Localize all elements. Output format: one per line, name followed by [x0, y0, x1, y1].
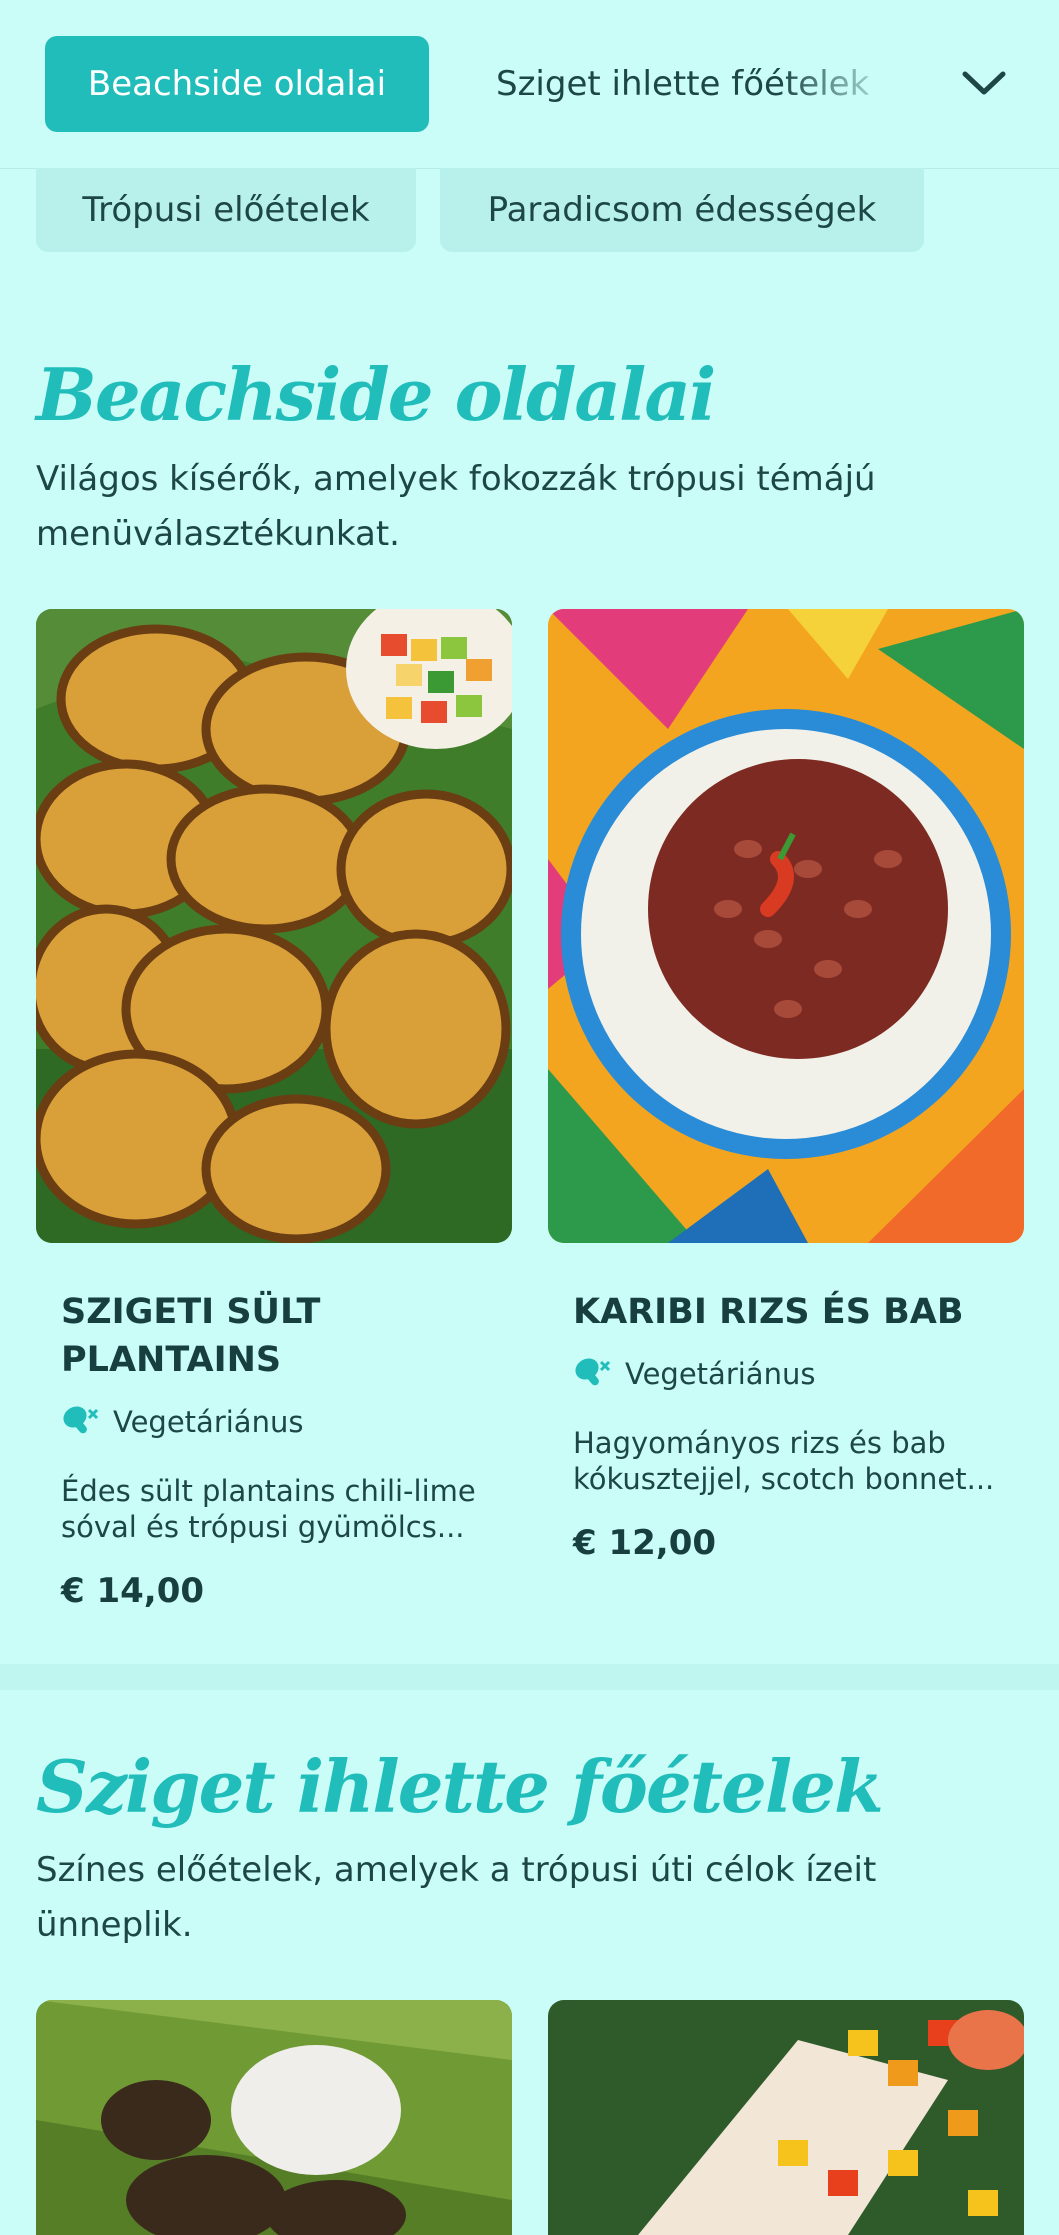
- menu-item-name: SZIGETI SÜLT PLANTAINS: [61, 1292, 321, 1380]
- dish-photo-plantains: [36, 609, 512, 1243]
- category-nav: Beachside oldalai Sziget ihlette főétele…: [0, 0, 1059, 169]
- section-description-sziget: Színes előételek, amelyek a trópusi úti …: [36, 1850, 877, 1945]
- menu-item-description: Édes sült plantains chili-lime sóval és …: [61, 1474, 476, 1544]
- dish-photo-rice-beans: [548, 609, 1024, 1243]
- section-description-beachside: Világos kísérők, amelyek fokozzák trópus…: [36, 459, 876, 554]
- menu-item-price: € 12,00: [573, 1523, 717, 1563]
- tab-tropusi-eloetelek[interactable]: Trópusi előételek: [36, 168, 416, 252]
- drumstick-no-meat-icon: [575, 1358, 611, 1386]
- menu-item-card[interactable]: KARIBI RIZS ÉS BAB Vegetáriánus Hagyomán…: [548, 609, 1024, 1629]
- tab-paradicsom-edessegek[interactable]: Paradicsom édességek: [440, 168, 924, 252]
- menu-item-card[interactable]: [36, 2000, 512, 2235]
- section-divider: [0, 1664, 1059, 1690]
- menu-item-description: Hagyományos rizs és bab kókusztejjel, sc…: [573, 1426, 995, 1496]
- menu-item-card[interactable]: [548, 2000, 1024, 2235]
- dietary-tag-label: Vegetáriánus: [113, 1405, 304, 1439]
- dish-photo-fish-mango-salsa: [548, 2000, 1024, 2235]
- dish-photo-grilled-chicken: [36, 2000, 512, 2235]
- menu-item-card[interactable]: SZIGETI SÜLT PLANTAINS Vegetáriánus Édes…: [36, 609, 512, 1629]
- section-title-sziget: Sziget ihlette főételek: [36, 1744, 884, 1829]
- dietary-tag: Vegetáriánus: [61, 1404, 303, 1440]
- dietary-tag: Vegetáriánus: [573, 1356, 815, 1392]
- tab-beachside-oldalai[interactable]: Beachside oldalai: [45, 36, 429, 132]
- tab-fade-overlay: [780, 36, 890, 132]
- chevron-down-icon[interactable]: [955, 58, 1013, 108]
- drumstick-no-meat-icon: [63, 1406, 99, 1434]
- section-title-beachside: Beachside oldalai: [36, 352, 716, 437]
- menu-item-name: KARIBI RIZS ÉS BAB: [573, 1292, 964, 1332]
- menu-item-price: € 14,00: [61, 1571, 205, 1611]
- dietary-tag-label: Vegetáriánus: [625, 1357, 816, 1391]
